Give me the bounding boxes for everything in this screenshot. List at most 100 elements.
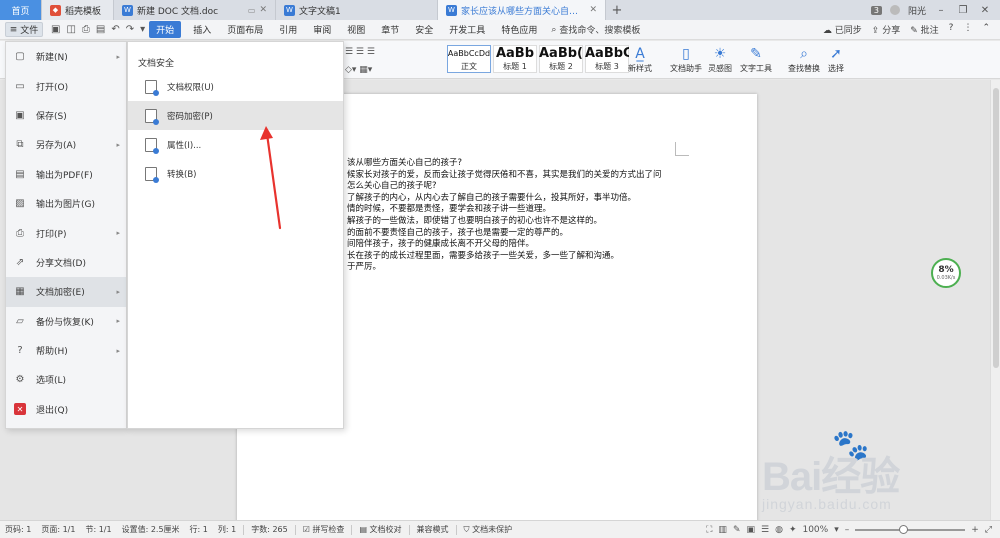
zoom-in-icon[interactable]: + — [971, 525, 979, 535]
file-menu-encrypt[interactable]: ▦ 文档加密(E) ▸ — [6, 277, 126, 307]
chevron-right-icon: ▸ — [116, 317, 120, 326]
select-button[interactable]: ➚ 选择 — [828, 45, 844, 74]
submenu-properties[interactable]: 属性(I)... — [128, 130, 343, 159]
zoom-level[interactable]: 100% — [802, 525, 828, 535]
file-menu-share[interactable]: ⇗ 分享文档(D) — [6, 248, 126, 277]
doc-assistant-button[interactable]: ▯ 文档助手 — [670, 45, 702, 74]
network-speed-widget[interactable]: 8% 0.03K/s — [931, 258, 961, 288]
help-icon[interactable]: ? — [949, 23, 954, 36]
file-menu-new[interactable]: ▢ 新建(N) ▸ — [6, 42, 126, 71]
zoom-slider[interactable] — [855, 524, 966, 534]
monitor-icon[interactable]: ▭ — [248, 6, 256, 15]
submenu-password-encrypt[interactable]: 密码加密(P) — [128, 101, 343, 130]
reading-mode-icon[interactable]: ▥ — [718, 525, 727, 535]
spell-check-button[interactable]: ☑ 拼写检查 — [298, 524, 350, 535]
user-name[interactable]: 阳光 — [908, 4, 926, 17]
properties-icon — [145, 137, 159, 154]
file-menu-export-image[interactable]: ▨ 输出为图片(G) — [6, 189, 126, 218]
file-menu-open[interactable]: ▭ 打开(O) — [6, 71, 126, 100]
fullscreen-icon[interactable]: ⛶ — [706, 525, 712, 535]
menu-start[interactable]: 开始 — [149, 21, 182, 38]
outline-view-icon[interactable]: ☰ — [761, 525, 769, 535]
new-style-button[interactable]: A̲ 新样式 — [628, 45, 652, 74]
zoom-out-icon[interactable]: – — [845, 525, 850, 535]
window-count-badge[interactable]: 3 — [870, 5, 882, 15]
zoom-slider-thumb[interactable] — [899, 524, 909, 534]
print-icon[interactable]: ⎙ — [82, 24, 90, 35]
scrollbar-thumb[interactable] — [993, 88, 999, 368]
share-button[interactable]: ⇪ 分享 — [872, 23, 900, 36]
tab-new-doc[interactable]: W 新建 DOC 文档.doc ▭ ✕ — [114, 0, 276, 20]
close-window-icon[interactable]: ✕ — [978, 5, 992, 16]
minimize-icon[interactable]: – — [934, 5, 948, 16]
menu-insert[interactable]: 插入 — [185, 23, 219, 36]
file-menu-export-pdf[interactable]: ▤ 输出为PDF(F) — [6, 160, 126, 189]
menu-features[interactable]: 特色应用 — [493, 23, 545, 36]
close-icon[interactable]: ✕ — [589, 5, 597, 15]
file-menu-button[interactable]: ≡ 文件 — [5, 22, 43, 37]
export-icon[interactable]: ▤ — [96, 24, 105, 35]
inspiration-button[interactable]: ☀ 灵感图 — [708, 45, 732, 74]
chevron-down-icon[interactable]: ▾ — [834, 525, 839, 535]
doc-line: 了解孩子的内心，从内心去了解自己的孩子需要什么，投其所好，事半功倍。 — [347, 192, 637, 203]
protect-eye-icon[interactable]: ✦ — [789, 525, 797, 535]
style-heading-2[interactable]: AaBb( 标题 2 — [539, 45, 583, 73]
web-view-icon[interactable]: ◍ — [775, 525, 783, 535]
file-menu-save-as[interactable]: ⧉ 另存为(A) ▸ — [6, 130, 126, 159]
file-menu-exit[interactable]: ✕ 退出(Q) — [6, 395, 126, 424]
page-view-icon[interactable]: ▣ — [746, 525, 755, 535]
align-icon[interactable]: ☰ ☰ ☰ — [345, 47, 375, 57]
undo-icon[interactable]: ↶ — [111, 24, 119, 35]
new-icon: ▢ — [15, 51, 25, 63]
new-tab-button[interactable]: + — [606, 0, 628, 20]
help-icon: ? — [17, 345, 23, 357]
sync-button[interactable]: ☁ 已同步 — [823, 23, 862, 36]
menu-page-layout[interactable]: 页面布局 — [219, 23, 271, 36]
paragraph-tools: ☰ ☰ ☰ ◇▾ ▦▾ — [345, 47, 375, 75]
doc-permission-icon — [145, 79, 159, 96]
style-heading-1[interactable]: AaBb 标题 1 — [493, 45, 537, 73]
style-normal[interactable]: AaBbCcDd 正文 — [447, 45, 491, 73]
style-heading-3[interactable]: AaBbC( 标题 3 — [585, 45, 629, 73]
menu-security[interactable]: 安全 — [407, 23, 441, 36]
protection-button[interactable]: ⛉ 文档未保护 — [459, 524, 518, 535]
tab-active-document[interactable]: W 家长应该从哪些方面关心自己的孩 ✕ — [438, 0, 606, 20]
file-menu-print[interactable]: ⎙ 打印(P) ▸ — [6, 218, 126, 247]
tab-text-doc-1[interactable]: W 文字文稿1 — [276, 0, 438, 20]
fit-page-icon[interactable]: ⤢ — [985, 525, 992, 535]
vertical-scrollbar[interactable] — [990, 80, 1000, 520]
submenu-convert[interactable]: 转换(B) — [128, 159, 343, 188]
document-text[interactable]: 该从哪些方面关心自己的孩子? 候家长对孩子的爱，反而会让孩子觉得厌倦和不喜，其实… — [347, 158, 662, 274]
tab-docer-templates[interactable]: ◆ 稻壳模板 — [42, 0, 114, 20]
submenu-label: 文档权限(U) — [167, 82, 214, 93]
file-menu-help[interactable]: ? 帮助(H) ▸ — [6, 336, 126, 365]
chevron-down-icon[interactable]: ▾ — [140, 24, 145, 35]
menu-review[interactable]: 审阅 — [305, 23, 339, 36]
file-menu-save[interactable]: ▣ 保存(S) — [6, 101, 126, 130]
avatar[interactable] — [889, 5, 900, 15]
share-label: 分享 — [882, 26, 901, 36]
tab-home[interactable]: 首页 — [0, 0, 42, 20]
find-replace-button[interactable]: ⌕ 查找替换 — [788, 45, 820, 74]
command-search[interactable]: ⌕ 查找命令、搜索模板 — [551, 23, 640, 37]
edit-mode-icon[interactable]: ✎ — [733, 525, 741, 535]
more-icon[interactable]: ⋮ — [963, 23, 972, 36]
redo-icon[interactable]: ↷ — [126, 24, 134, 35]
status-word-count[interactable]: 字数: 265 — [246, 524, 293, 535]
menu-chapter[interactable]: 章节 — [373, 23, 407, 36]
menu-developer[interactable]: 开发工具 — [441, 23, 493, 36]
collapse-icon[interactable]: ⌃ — [982, 23, 990, 36]
text-tools-button[interactable]: ✎ 文字工具 — [740, 45, 772, 74]
menu-view[interactable]: 视图 — [339, 23, 373, 36]
print-preview-icon[interactable]: ◫ — [66, 24, 75, 35]
close-icon[interactable]: ✕ — [259, 5, 267, 15]
shading-icon[interactable]: ◇▾ ▦▾ — [345, 65, 375, 75]
maximize-icon[interactable]: ❐ — [956, 5, 970, 16]
save-icon[interactable]: ▣ — [51, 24, 60, 35]
menu-references[interactable]: 引用 — [271, 23, 305, 36]
submenu-doc-permission[interactable]: 文档权限(U) — [128, 72, 343, 101]
file-menu-options[interactable]: ⚙ 选项(L) — [6, 365, 126, 394]
file-menu-backup[interactable]: ▱ 备份与恢复(K) ▸ — [6, 307, 126, 336]
comment-button[interactable]: ✎ 批注 — [910, 23, 938, 36]
proofread-button[interactable]: ▤ 文档校对 — [354, 524, 406, 535]
